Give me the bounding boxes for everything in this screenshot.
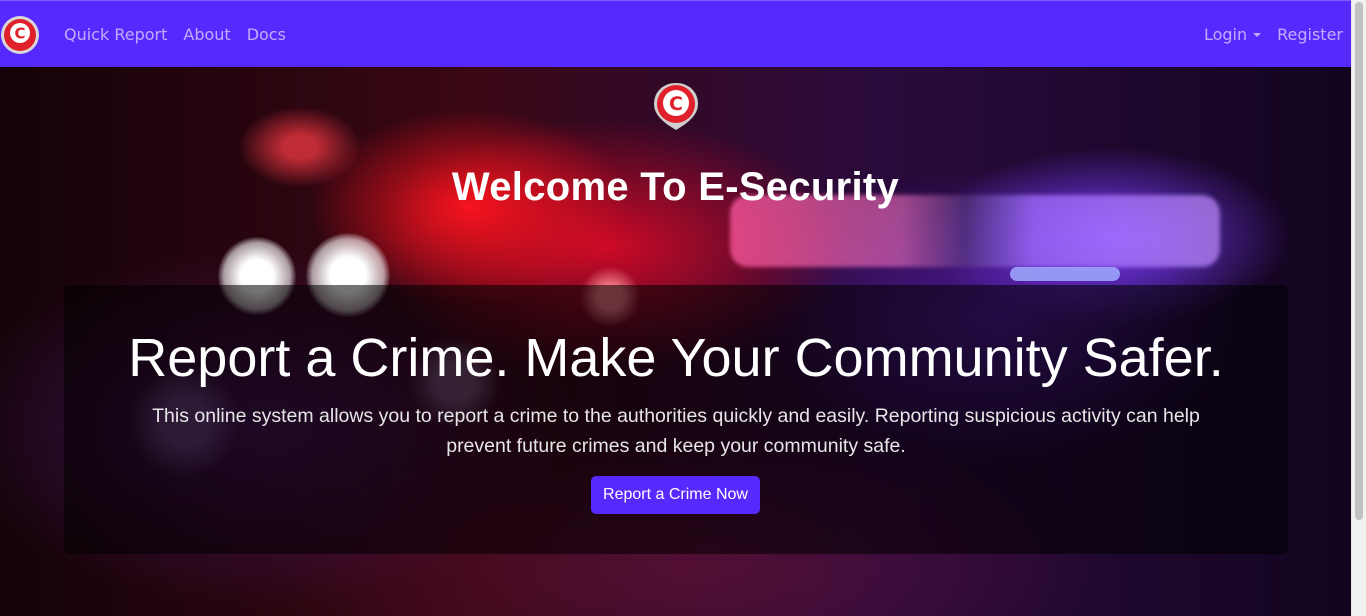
nav-docs-link[interactable]: Docs: [247, 25, 286, 44]
hero-description: This online system allows you to report …: [152, 405, 1200, 457]
nav-about-link[interactable]: About: [183, 25, 230, 44]
hero-panel: Report a Crime. Make Your Community Safe…: [64, 285, 1288, 554]
nav-quick-report-link[interactable]: Quick Report: [64, 25, 167, 44]
brand-logo-icon[interactable]: C: [0, 15, 40, 55]
register-link[interactable]: Register: [1277, 25, 1343, 44]
welcome-heading: Welcome To E-Security: [451, 165, 900, 209]
bokeh-light: [1010, 267, 1120, 281]
caret-down-icon: [1253, 33, 1262, 37]
top-navbar: C Quick Report About Docs Login Register: [0, 0, 1351, 67]
nav-links: Quick Report About Docs: [64, 1, 286, 68]
hero-section: C Welcome To E-Security Report a Crime. …: [0, 67, 1351, 616]
svg-text:C: C: [669, 93, 683, 115]
login-dropdown[interactable]: Login: [1203, 25, 1262, 44]
hero-logo-icon: C: [650, 80, 702, 132]
vertical-scrollbar[interactable]: [1351, 0, 1366, 616]
scrollbar-thumb[interactable]: [1355, 2, 1363, 520]
report-crime-button[interactable]: Report a Crime Now: [591, 476, 760, 514]
svg-text:C: C: [14, 25, 25, 43]
hero-tagline: Report a Crime. Make Your Community Safe…: [128, 328, 1224, 388]
login-label: Login: [1203, 25, 1248, 44]
nav-auth-links: Login Register: [1204, 1, 1343, 68]
